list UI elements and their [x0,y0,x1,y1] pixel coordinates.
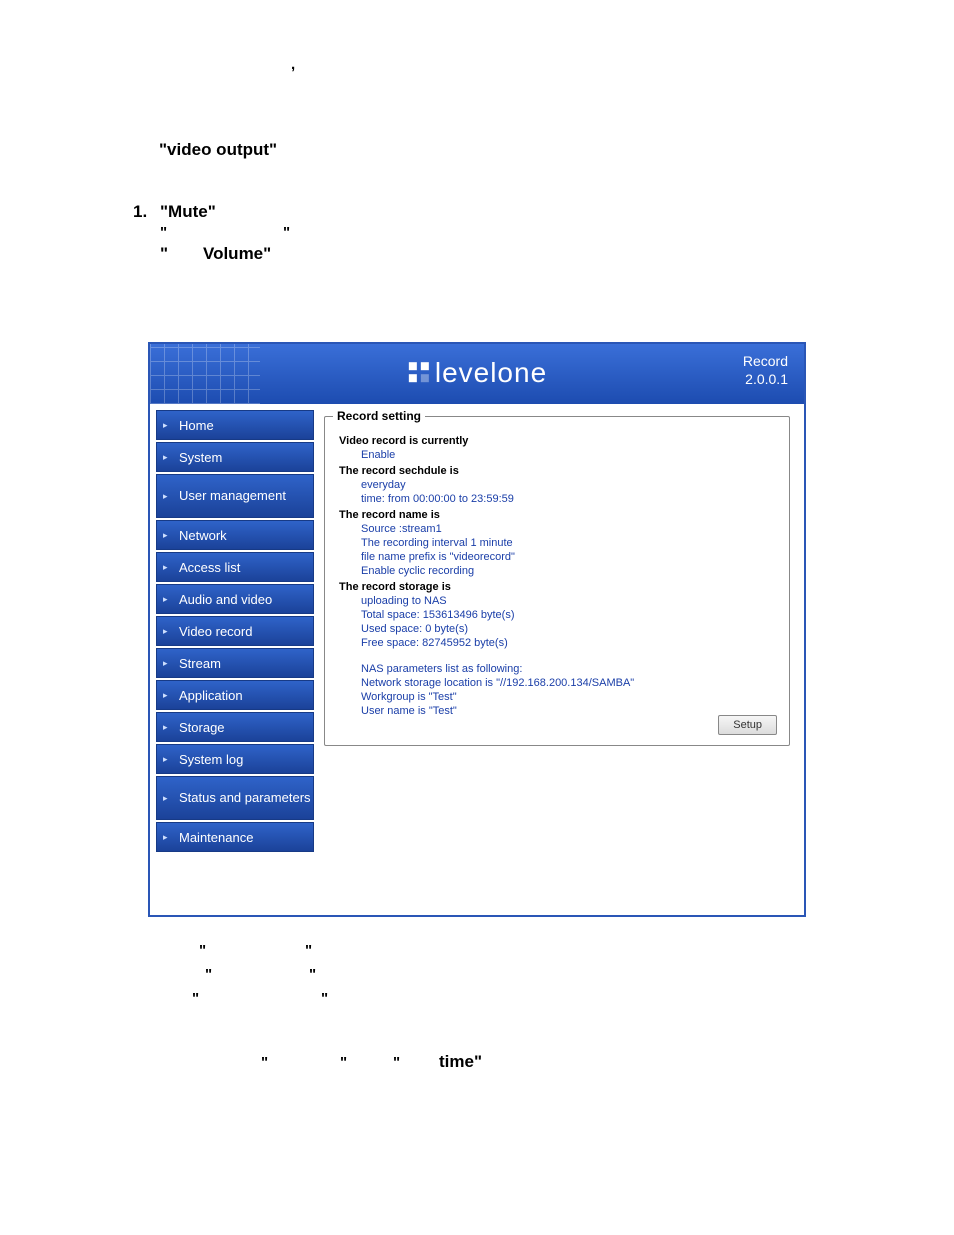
value-workgroup: Workgroup is "Test" [361,691,775,703]
list-number: 1. [133,202,147,222]
doc-time: time" [439,1052,482,1072]
chevron-right-icon: ▸ [163,452,173,463]
label-record-name: The record name is [339,509,775,521]
sidebar-item-label: System [179,450,222,465]
sidebar: ▸ Home ▸ System ▸ User management ▸ Network ▸ Acc… [150,404,314,915]
bq2-l: " [205,966,212,983]
chevron-right-icon: ▸ [163,530,173,541]
sidebar-item-label: Home [179,418,214,433]
value-interval: The recording interval 1 minute [361,537,775,549]
close-quote-1: " [283,224,290,241]
chevron-right-icon: ▸ [163,420,173,431]
chevron-right-icon: ▸ [163,690,173,701]
chevron-right-icon: ▸ [163,832,173,843]
chevron-right-icon: ▸ [163,658,173,669]
chevron-right-icon: ▸ [163,754,173,765]
chevron-right-icon: ▸ [163,562,173,573]
value-free-space: Free space: 82745952 byte(s) [361,637,775,649]
sidebar-item-system[interactable]: ▸ System [156,442,314,472]
sidebar-item-label: Video record [179,624,252,639]
sidebar-item-video-record[interactable]: ▸ Video record [156,616,314,646]
bq2-r: " [309,966,316,983]
sidebar-item-user-management[interactable]: ▸ User management [156,474,314,518]
value-prefix: file name prefix is "videorecord" [361,551,775,563]
sidebar-item-label: Access list [179,560,240,575]
bq1-r: " [305,942,312,959]
sidebar-item-maintenance[interactable]: ▸ Maintenance [156,822,314,852]
sidebar-item-status-and-parameters[interactable]: ▸ Status and parameters [156,776,314,820]
open-quote-2: " [160,244,168,264]
sidebar-item-label: Status and parameters [179,790,311,806]
sidebar-item-home[interactable]: ▸ Home [156,410,314,440]
chevron-right-icon: ▸ [163,488,173,504]
app-window: levelone Record 2.0.0.1 ▸ Home ▸ System ▸ Use… [148,342,806,917]
sidebar-item-audio-and-video[interactable]: ▸ Audio and video [156,584,314,614]
value-everyday: everyday [361,479,775,491]
doc-volume: Volume" [203,244,271,264]
header-title: Record [743,352,788,370]
header-pattern [150,344,260,404]
label-schedule: The record sechdule is [339,465,775,477]
bq3-l: " [192,990,199,1007]
brand-logo: levelone [407,357,547,391]
sidebar-item-label: Maintenance [179,830,253,845]
sidebar-item-label: Audio and video [179,592,272,607]
bq4-r: " [340,1054,347,1071]
label-storage: The record storage is [339,581,775,593]
value-total-space: Total space: 153613496 byte(s) [361,609,775,621]
bq5-l: " [393,1054,400,1071]
doc-video-output: "video output" [159,140,277,160]
sidebar-item-label: System log [179,752,243,767]
content-area: Record setting Video record is currently… [314,404,804,915]
sidebar-item-storage[interactable]: ▸ Storage [156,712,314,742]
value-username: User name is "Test" [361,705,775,717]
open-quote-1: " [160,224,167,241]
chevron-right-icon: ▸ [163,626,173,637]
sidebar-item-label: User management [179,488,286,504]
sidebar-item-network[interactable]: ▸ Network [156,520,314,550]
value-nas-location: Network storage location is "//192.168.2… [361,677,775,689]
stray-mark: , [291,56,295,73]
value-enable: Enable [361,449,775,461]
header-right: Record 2.0.0.1 [743,352,788,388]
record-setting-panel: Record setting Video record is currently… [324,416,790,746]
sidebar-item-stream[interactable]: ▸ Stream [156,648,314,678]
sidebar-item-application[interactable]: ▸ Application [156,680,314,710]
bq4-l: " [261,1054,268,1071]
brand-text: levelone [435,357,547,388]
value-used-space: Used space: 0 byte(s) [361,623,775,635]
sidebar-item-access-list[interactable]: ▸ Access list [156,552,314,582]
label-record-currently: Video record is currently [339,435,775,447]
setup-button[interactable]: Setup [718,715,777,735]
sidebar-item-label: Stream [179,656,221,671]
sidebar-item-label: Application [179,688,243,703]
bq1-l: " [199,942,206,959]
doc-mute: "Mute" [160,202,216,222]
bq3-r: " [321,990,328,1007]
chevron-right-icon: ▸ [163,722,173,733]
value-nas-params: NAS parameters list as following: [361,663,775,675]
sidebar-item-label: Storage [179,720,225,735]
sidebar-item-label: Network [179,528,227,543]
chevron-right-icon: ▸ [163,790,173,806]
chevron-right-icon: ▸ [163,594,173,605]
value-cyclic: Enable cyclic recording [361,565,775,577]
brand-icon [407,359,431,391]
value-source: Source :stream1 [361,523,775,535]
value-upload-nas: uploading to NAS [361,595,775,607]
header-version: 2.0.0.1 [743,370,788,388]
panel-legend: Record setting [333,409,425,423]
value-time-range: time: from 00:00:00 to 23:59:59 [361,493,775,505]
sidebar-item-system-log[interactable]: ▸ System log [156,744,314,774]
app-header: levelone Record 2.0.0.1 [150,344,804,404]
